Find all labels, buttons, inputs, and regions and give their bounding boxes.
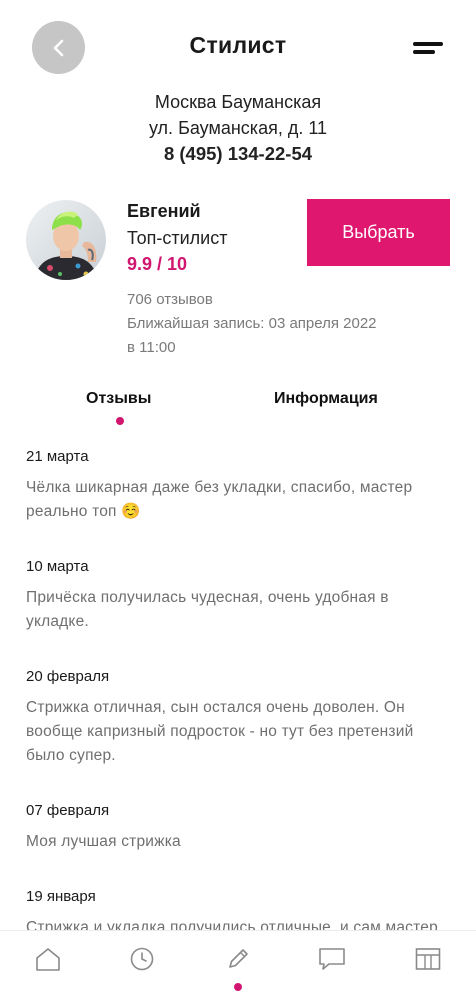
review-date: 21 марта bbox=[26, 448, 89, 465]
stylist-rating: 9.9 / 10 bbox=[127, 254, 188, 274]
review-text: Чёлка шикарная даже без укладки, спасибо… bbox=[26, 479, 413, 520]
clock-icon bbox=[130, 947, 154, 971]
stylist-role: Топ-стилист bbox=[127, 228, 228, 248]
avatar bbox=[26, 200, 106, 280]
review-text: Моя лучшая стрижка bbox=[26, 833, 181, 850]
nav-home[interactable] bbox=[28, 939, 68, 979]
nav-catalog[interactable] bbox=[408, 939, 448, 979]
pencil-icon bbox=[229, 949, 248, 968]
home-icon bbox=[36, 948, 60, 971]
stylist-name: Евгений bbox=[127, 201, 201, 221]
next-booking: Ближайшая запись: 03 апреля 2022 bbox=[127, 315, 377, 332]
page-title: Стилист bbox=[189, 32, 287, 58]
list-item: 19 января Стрижка и укладка получились о… bbox=[26, 886, 456, 930]
chat-icon bbox=[319, 948, 345, 970]
active-nav-indicator bbox=[234, 983, 242, 991]
review-date: 10 марта bbox=[26, 558, 89, 575]
review-date: 07 февраля bbox=[26, 802, 110, 819]
list-item: 20 февраля Стрижка отличная, сын остался… bbox=[26, 666, 456, 768]
next-booking-time: в 11:00 bbox=[127, 339, 176, 356]
salon-phone[interactable]: 8 (495) 134-22-54 bbox=[0, 141, 476, 167]
review-date: 19 января bbox=[26, 888, 96, 905]
header: Стилист bbox=[0, 0, 476, 95]
list-item: 21 марта Чёлка шикарная даже без укладки… bbox=[26, 446, 456, 524]
tab-reviews[interactable]: Отзывы bbox=[86, 390, 151, 408]
reviews-count: 706 отзывов bbox=[127, 291, 213, 308]
stylist-meta: 706 отзывов Ближайшая запись: 03 апреля … bbox=[127, 288, 457, 360]
nav-chat[interactable] bbox=[312, 939, 352, 979]
nav-history[interactable] bbox=[122, 939, 162, 979]
salon-info: Москва Бауманская ул. Бауманская, д. 11 … bbox=[0, 89, 476, 167]
bottom-nav bbox=[0, 930, 476, 1000]
review-date: 20 февраля bbox=[26, 668, 110, 685]
review-text: Стрижка и укладка получились отличные, и… bbox=[26, 919, 438, 930]
salon-station: Москва Бауманская bbox=[154, 92, 322, 112]
tab-information[interactable]: Информация bbox=[274, 390, 378, 408]
active-tab-indicator bbox=[116, 417, 124, 425]
menu-button[interactable] bbox=[413, 40, 443, 56]
salon-address: ул. Бауманская, д. 11 bbox=[148, 118, 328, 138]
review-text: Причёска получилась чудесная, очень удоб… bbox=[26, 589, 389, 630]
select-button[interactable]: Выбрать bbox=[307, 199, 450, 266]
reviews-list[interactable]: 21 марта Чёлка шикарная даже без укладки… bbox=[26, 446, 456, 930]
review-text: Стрижка отличная, сын остался очень дово… bbox=[26, 699, 414, 764]
list-item: 07 февраля Моя лучшая стрижка bbox=[26, 800, 456, 854]
menu-icon bbox=[413, 42, 443, 46]
nav-booking[interactable] bbox=[218, 939, 258, 979]
menu-icon-line bbox=[413, 50, 435, 54]
list-item: 10 марта Причёска получилась чудесная, о… bbox=[26, 556, 456, 634]
grid-icon bbox=[415, 948, 441, 970]
